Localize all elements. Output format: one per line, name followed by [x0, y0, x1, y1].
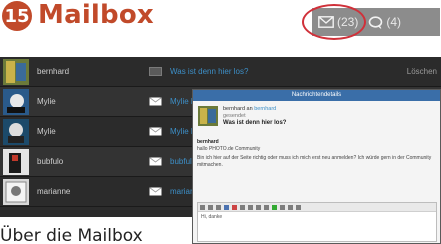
recipient-link[interactable]: bernhard [254, 106, 276, 112]
message-subject[interactable]: Was ist denn hier los? [170, 67, 248, 76]
sender-name[interactable]: marianne [37, 187, 123, 196]
sender-name[interactable]: Mylie [37, 97, 123, 106]
chat-count: (4) [386, 15, 402, 29]
envelope-icon [149, 187, 162, 196]
message-body: bernhard hallo PHOTO.de Community Bin ic… [193, 139, 440, 168]
highlight-annotation [302, 4, 366, 40]
step-number-badge: 15 [2, 1, 32, 31]
undo-icon[interactable] [288, 204, 293, 210]
sender-name[interactable]: bernhard [37, 67, 123, 76]
envelope-icon [149, 157, 162, 166]
avatar [3, 88, 29, 115]
avatar [3, 178, 29, 205]
message-from: bernhard an bernhard [223, 106, 276, 112]
message-detail-window: Nachrichtendetails bernhard an bernhard … [192, 89, 441, 244]
section-heading: Über die Mailbox [0, 226, 143, 244]
page-title: Mailbox [38, 0, 154, 30]
message-date: gesendet [223, 113, 246, 119]
speech-bubble-icon [369, 15, 383, 29]
chat-counter[interactable]: (4) [368, 15, 401, 29]
message-text: hallo PHOTO.de Community [197, 145, 261, 152]
link-icon[interactable] [224, 204, 229, 210]
sender-name[interactable]: Mylie [37, 127, 123, 136]
sender-name[interactable]: bubfulo [37, 157, 123, 166]
quote-icon[interactable] [280, 204, 285, 210]
color-icon[interactable] [232, 204, 237, 210]
avatar [3, 58, 29, 85]
envelope-icon [149, 97, 162, 106]
avatar [3, 118, 29, 145]
message-text: Bin ich hier auf der Seite richtig oder … [197, 155, 432, 168]
editor-toolbar [198, 203, 436, 212]
image-icon[interactable] [272, 204, 277, 210]
reply-text-field[interactable]: Hi, danke [198, 212, 436, 222]
envelope-icon [149, 127, 162, 136]
avatar [198, 106, 218, 126]
underline-icon[interactable] [216, 204, 221, 210]
align-center-icon[interactable] [248, 204, 253, 210]
delete-link[interactable]: Löschen [407, 67, 437, 76]
message-subject: Was ist denn hier los? [223, 120, 287, 126]
align-left-icon[interactable] [240, 204, 245, 210]
bold-icon[interactable] [200, 204, 205, 210]
envelope-icon [149, 67, 162, 76]
redo-icon[interactable] [296, 204, 301, 210]
list-icon[interactable] [264, 204, 269, 210]
italic-icon[interactable] [208, 204, 213, 210]
message-header: bernhard an bernhard gesendet Was ist de… [193, 101, 440, 139]
align-right-icon[interactable] [256, 204, 261, 210]
avatar [3, 148, 29, 175]
list-item[interactable]: bernhard Was ist denn hier los? Löschen [0, 57, 441, 87]
message-window-title: Nachrichtendetails [193, 90, 440, 101]
reply-editor[interactable]: Hi, danke [197, 202, 437, 242]
from-label: bernhard an [223, 106, 253, 112]
